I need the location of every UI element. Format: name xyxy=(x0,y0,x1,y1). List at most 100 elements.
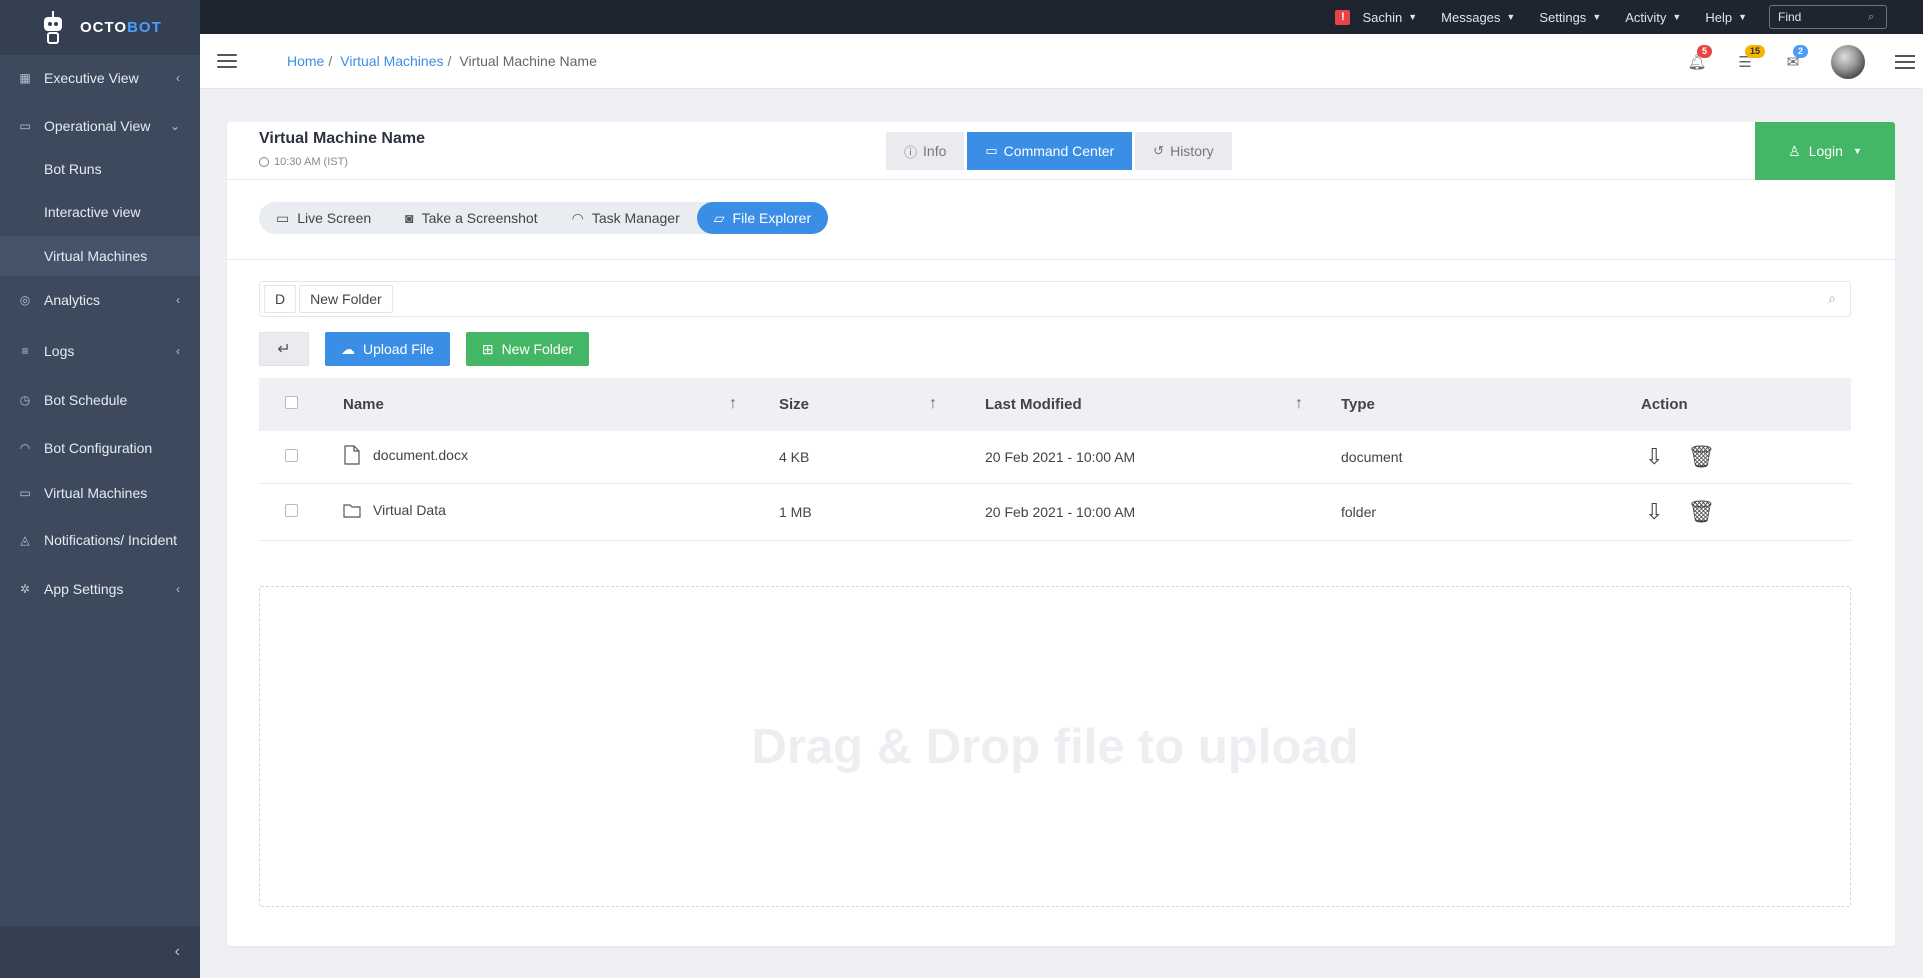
column-header-type: Type xyxy=(1341,396,1375,413)
help-menu[interactable]: Help ▼ xyxy=(1705,10,1747,25)
tab-info[interactable]: ⓘ Info xyxy=(886,132,965,170)
delete-icon[interactable]: 🗑︎ xyxy=(1687,444,1715,470)
robot-logo-icon xyxy=(40,10,66,45)
search-icon[interactable]: ⌕ xyxy=(1828,290,1836,307)
file-name[interactable]: document.docx xyxy=(373,447,468,463)
brand[interactable]: OCTOBOT xyxy=(0,0,200,55)
options-menu-icon[interactable] xyxy=(1895,54,1915,69)
login-button[interactable]: ♙ Login ▼ xyxy=(1755,122,1895,180)
tab-history[interactable]: ↺ History xyxy=(1135,132,1232,170)
user-menu[interactable]: ! Sachin ▼ xyxy=(1335,9,1418,25)
cloud-upload-icon: ☁ xyxy=(341,340,355,357)
sidebar-item-analytics[interactable]: ◎ Analytics ‹ xyxy=(0,280,200,320)
sidebar-item-notifications-incident[interactable]: ◬ Notifications/ Incident xyxy=(0,520,200,560)
download-icon[interactable]: ⇩ xyxy=(1645,444,1663,470)
sort-arrow-icon[interactable]: ↑ xyxy=(929,395,937,413)
chevron-left-icon: ‹ xyxy=(176,293,180,307)
column-header-action: Action xyxy=(1641,396,1688,413)
sort-arrow-icon[interactable]: ↑ xyxy=(1295,395,1303,413)
menu-toggle-icon[interactable] xyxy=(217,54,237,68)
file-size: 4 KB xyxy=(779,448,810,465)
subtab-take-screenshot[interactable]: ◙ Take a Screenshot xyxy=(388,202,554,234)
top-bar: ! Sachin ▼ Messages ▼ Settings ▼ Activity ▼ … xyxy=(200,0,1923,34)
sort-arrow-icon[interactable]: ↑ xyxy=(729,395,737,413)
sidebar-item-executive-view[interactable]: ▦ Executive View ‹ xyxy=(0,57,200,99)
sidebar-item-bot-schedule[interactable]: ◷ Bot Schedule xyxy=(0,380,200,420)
path-crumb-folder[interactable]: New Folder xyxy=(299,285,393,313)
sidebar-collapse-button[interactable]: ‹ xyxy=(0,926,200,978)
clock-icon: ◷ xyxy=(19,393,31,407)
download-icon[interactable]: ⇩ xyxy=(1645,499,1663,525)
row-checkbox[interactable] xyxy=(285,503,298,517)
chevron-left-icon: ‹ xyxy=(176,344,180,358)
row-checkbox[interactable] xyxy=(285,448,298,462)
drop-zone-label: Drag & Drop file to upload xyxy=(751,719,1359,774)
sidebar-item-operational-view[interactable]: ▭ Operational View ⌄ xyxy=(0,106,200,146)
column-header-name[interactable]: Name ↑ xyxy=(343,378,779,431)
sidebar-item-app-settings[interactable]: ✲ App Settings ‹ xyxy=(0,569,200,609)
command-subnav: ▭ Live Screen ◙ Take a Screenshot ◠ Task Ma… xyxy=(259,202,829,234)
table-row[interactable]: document.docx 4 KB 20 Feb 2021 - 10:00 A… xyxy=(259,431,1851,483)
subtab-live-screen[interactable]: ▭ Live Screen xyxy=(259,202,388,234)
vm-time: 10:30 AM (IST) xyxy=(259,156,348,168)
notifications-bell-icon[interactable]: 🔔︎ 5 xyxy=(1687,44,1713,72)
tasks-list-icon[interactable]: ☰ 15 xyxy=(1735,44,1766,72)
page-title: Virtual Machine Name xyxy=(259,130,425,147)
tasks-badge: 15 xyxy=(1745,44,1766,58)
subtab-task-manager[interactable]: ◠ Task Manager xyxy=(555,202,697,234)
caret-down-icon: ▼ xyxy=(1592,12,1602,22)
messages-envelope-icon[interactable]: ✉ 2 xyxy=(1783,44,1809,72)
new-folder-button[interactable]: ⊞ New Folder xyxy=(465,332,590,366)
folder-plus-icon: ⊞ xyxy=(481,340,494,357)
monitor-icon: ▭ xyxy=(19,119,31,133)
select-all-checkbox[interactable] xyxy=(285,396,298,409)
tab-command-center[interactable]: ▭ Command Center xyxy=(967,132,1133,170)
messages-badge: 2 xyxy=(1793,44,1809,58)
delete-icon[interactable]: 🗑︎ xyxy=(1687,499,1715,525)
column-header-size[interactable]: Size ↑ xyxy=(779,378,985,431)
breadcrumb-virtual-machines[interactable]: Virtual Machines xyxy=(340,53,443,69)
vm-tabs: ⓘ Info ▭ Command Center ↺ History xyxy=(886,132,1235,170)
table-row[interactable]: Virtual Data 1 MB 20 Feb 2021 - 10:00 AM… xyxy=(259,483,1851,540)
messages-menu[interactable]: Messages ▼ xyxy=(1441,10,1515,25)
search-icon[interactable]: ⌕ xyxy=(1868,11,1874,24)
sidebar-item-virtual-machines[interactable]: ▭ Virtual Machines xyxy=(0,473,200,513)
breadcrumb-home[interactable]: Home xyxy=(287,53,324,69)
clock-icon xyxy=(259,157,269,167)
table-header-row: Name ↑ Size ↑ Last Modified ↑ Type Action xyxy=(259,378,1851,431)
caret-down-icon: ▼ xyxy=(1672,12,1682,22)
sidebar-item-interactive-view[interactable]: Interactive view xyxy=(0,193,200,231)
desktop-icon: ▭ xyxy=(19,486,31,500)
file-modified: 20 Feb 2021 - 10:00 AM xyxy=(985,503,1136,520)
caret-down-icon: ▼ xyxy=(1506,12,1516,22)
sidebar-item-logs[interactable]: ≡ Logs ‹ xyxy=(0,331,200,371)
terminal-icon: ▭ xyxy=(985,143,998,158)
find-input[interactable] xyxy=(1778,10,1868,24)
find-box: ⌕ xyxy=(1769,5,1887,29)
upload-file-button[interactable]: ☁ Upload File xyxy=(325,332,450,366)
chevron-left-icon: ‹ xyxy=(176,582,180,596)
subtab-file-explorer[interactable]: ▱ File Explorer xyxy=(696,202,829,234)
file-modified: 20 Feb 2021 - 10:00 AM xyxy=(985,448,1136,465)
sidebar-item-virtual-machines-sub[interactable]: Virtual Machines xyxy=(0,236,200,276)
gauge-icon: ◠ xyxy=(19,441,31,455)
file-name[interactable]: Virtual Data xyxy=(373,502,446,518)
breadcrumb: Home / Virtual Machines / Virtual Machine … xyxy=(287,53,597,69)
sidebar-item-bot-runs[interactable]: Bot Runs xyxy=(0,150,200,188)
bell-icon: ◬ xyxy=(20,533,30,547)
folder-icon xyxy=(343,504,361,518)
settings-menu[interactable]: Settings ▼ xyxy=(1539,10,1601,25)
logs-icon: ≡ xyxy=(21,344,29,358)
activity-menu[interactable]: Activity ▼ xyxy=(1625,10,1681,25)
path-bar: D New Folder ⌕ xyxy=(259,281,1851,317)
caret-down-icon: ▼ xyxy=(1408,12,1418,22)
drop-zone[interactable]: Drag & Drop file to upload xyxy=(259,586,1851,907)
folder-open-icon: ▱ xyxy=(713,209,725,226)
path-crumb-drive[interactable]: D xyxy=(264,285,297,313)
column-header-last-modified[interactable]: Last Modified ↑ xyxy=(985,378,1341,431)
file-icon xyxy=(344,445,360,465)
avatar[interactable] xyxy=(1831,44,1865,79)
back-button[interactable]: ↵ xyxy=(259,332,309,366)
sidebar-item-bot-configuration[interactable]: ◠ Bot Configuration xyxy=(0,428,200,468)
info-icon: ⓘ xyxy=(904,144,918,160)
